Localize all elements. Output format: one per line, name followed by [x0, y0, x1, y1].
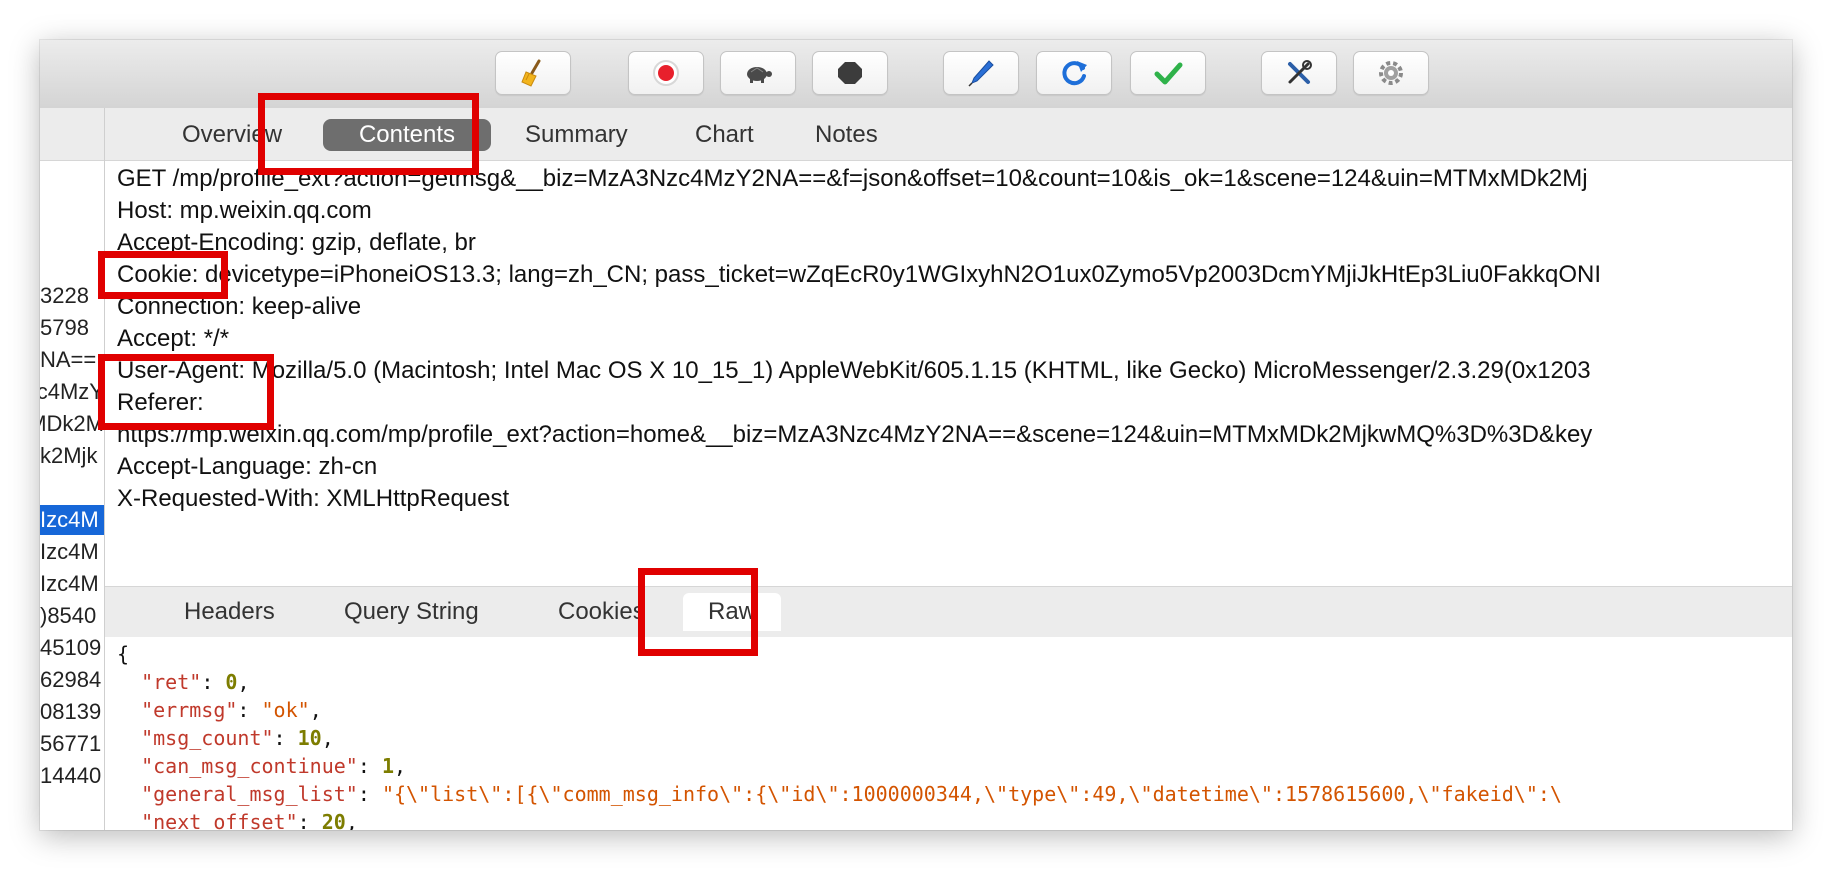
json-field: "next_offset": 20, [141, 810, 358, 830]
user-agent-header-line: User-Agent: Mozilla/5.0 (Macintosh; Inte… [117, 357, 1591, 384]
charles-window: 3228 5798 NA== c4MzY MDk2M k2Mjk Izc4M I… [40, 40, 1792, 830]
session-list: 3228 5798 NA== c4MzY MDk2M k2Mjk Izc4M I… [40, 108, 105, 830]
json-open-brace: { [117, 642, 130, 666]
referer-header-line: Referer: [117, 389, 204, 416]
request-line: GET /mp/profile_ext?action=getmsg&__biz=… [117, 165, 1588, 192]
session-row[interactable]: MDk2M [40, 409, 104, 439]
request-raw-pane: GET /mp/profile_ext?action=getmsg&__biz=… [105, 161, 1792, 541]
record-button[interactable] [628, 51, 704, 95]
checkmark-icon [1154, 62, 1183, 85]
turtle-icon [747, 67, 772, 83]
tab-contents[interactable]: Contents [323, 119, 491, 151]
toolbar [40, 40, 1792, 109]
pen-icon [968, 60, 994, 87]
json-field: "errmsg": "ok", [141, 698, 322, 722]
session-row[interactable]: 62984 [40, 665, 104, 695]
header-line: Connection: keep-alive [117, 293, 362, 320]
header-line: Accept-Encoding: gzip, deflate, br [117, 229, 476, 256]
refresh-icon [1062, 61, 1087, 86]
session-row[interactable]: 5798 [40, 313, 104, 343]
referer-url-line: https://mp.weixin.qq.com/mp/profile_ext?… [117, 421, 1593, 448]
compose-button[interactable] [943, 51, 1019, 95]
gear-icon [1379, 61, 1403, 85]
stop-icon [838, 62, 862, 84]
broom-icon [521, 59, 541, 87]
tools-button[interactable] [1261, 51, 1337, 95]
tab-notes[interactable]: Notes [815, 119, 878, 151]
session-row[interactable]: 45109 [40, 633, 104, 663]
clear-session-button[interactable] [495, 51, 571, 95]
tab-headers[interactable]: Headers [184, 596, 275, 628]
record-icon [653, 60, 679, 86]
json-field: "msg_count": 10, [141, 726, 334, 750]
response-json-pane: { "ret": 0, "errmsg": "ok", "msg_count":… [105, 637, 1792, 830]
session-row[interactable]: Izc4M [40, 569, 104, 599]
session-row[interactable]: c4MzY [40, 377, 104, 407]
session-row[interactable]: 08139 [40, 697, 104, 727]
json-field: "can_msg_continue": 1, [141, 754, 407, 778]
detail-tabs: Overview Contents Summary Chart Notes [105, 108, 1792, 161]
json-field: "ret": 0, [141, 670, 250, 694]
cookie-header-line: Cookie: devicetype=iPhoneiOS13.3; lang=z… [117, 261, 1602, 288]
validate-button[interactable] [1130, 51, 1206, 95]
session-row[interactable]: NA== [40, 345, 104, 375]
session-row-selected[interactable]: Izc4M [40, 505, 104, 535]
tab-overview[interactable]: Overview [182, 119, 282, 151]
session-list-header [40, 108, 104, 161]
session-row[interactable]: Izc4M [40, 537, 104, 567]
tab-summary[interactable]: Summary [525, 119, 628, 151]
session-row[interactable]: 56771 [40, 729, 104, 759]
header-line: Accept: */* [117, 325, 230, 352]
header-line: Host: mp.weixin.qq.com [117, 197, 372, 224]
header-line: Accept-Language: zh-cn [117, 453, 378, 480]
repeat-button[interactable] [1036, 51, 1112, 95]
session-row[interactable]: 14440 [40, 761, 104, 791]
tab-query-string[interactable]: Query String [344, 596, 479, 628]
json-field: "general_msg_list": "{\"list\":[{\"comm_… [141, 782, 1562, 806]
settings-button[interactable] [1353, 51, 1429, 95]
tab-raw[interactable]: Raw [683, 593, 781, 631]
breakpoints-button[interactable] [812, 51, 888, 95]
tab-chart[interactable]: Chart [695, 119, 754, 151]
session-row[interactable]: k2Mjk [40, 441, 104, 471]
header-line: X-Requested-With: XMLHttpRequest [117, 485, 510, 512]
session-row[interactable]: 3228 [40, 281, 104, 311]
throttle-button[interactable] [720, 51, 796, 95]
tab-cookies[interactable]: Cookies [558, 596, 645, 628]
response-tabs: Headers Query String Cookies Raw [105, 586, 1792, 638]
tools-icon [1288, 60, 1312, 84]
session-row[interactable]: )8540 [40, 601, 104, 631]
